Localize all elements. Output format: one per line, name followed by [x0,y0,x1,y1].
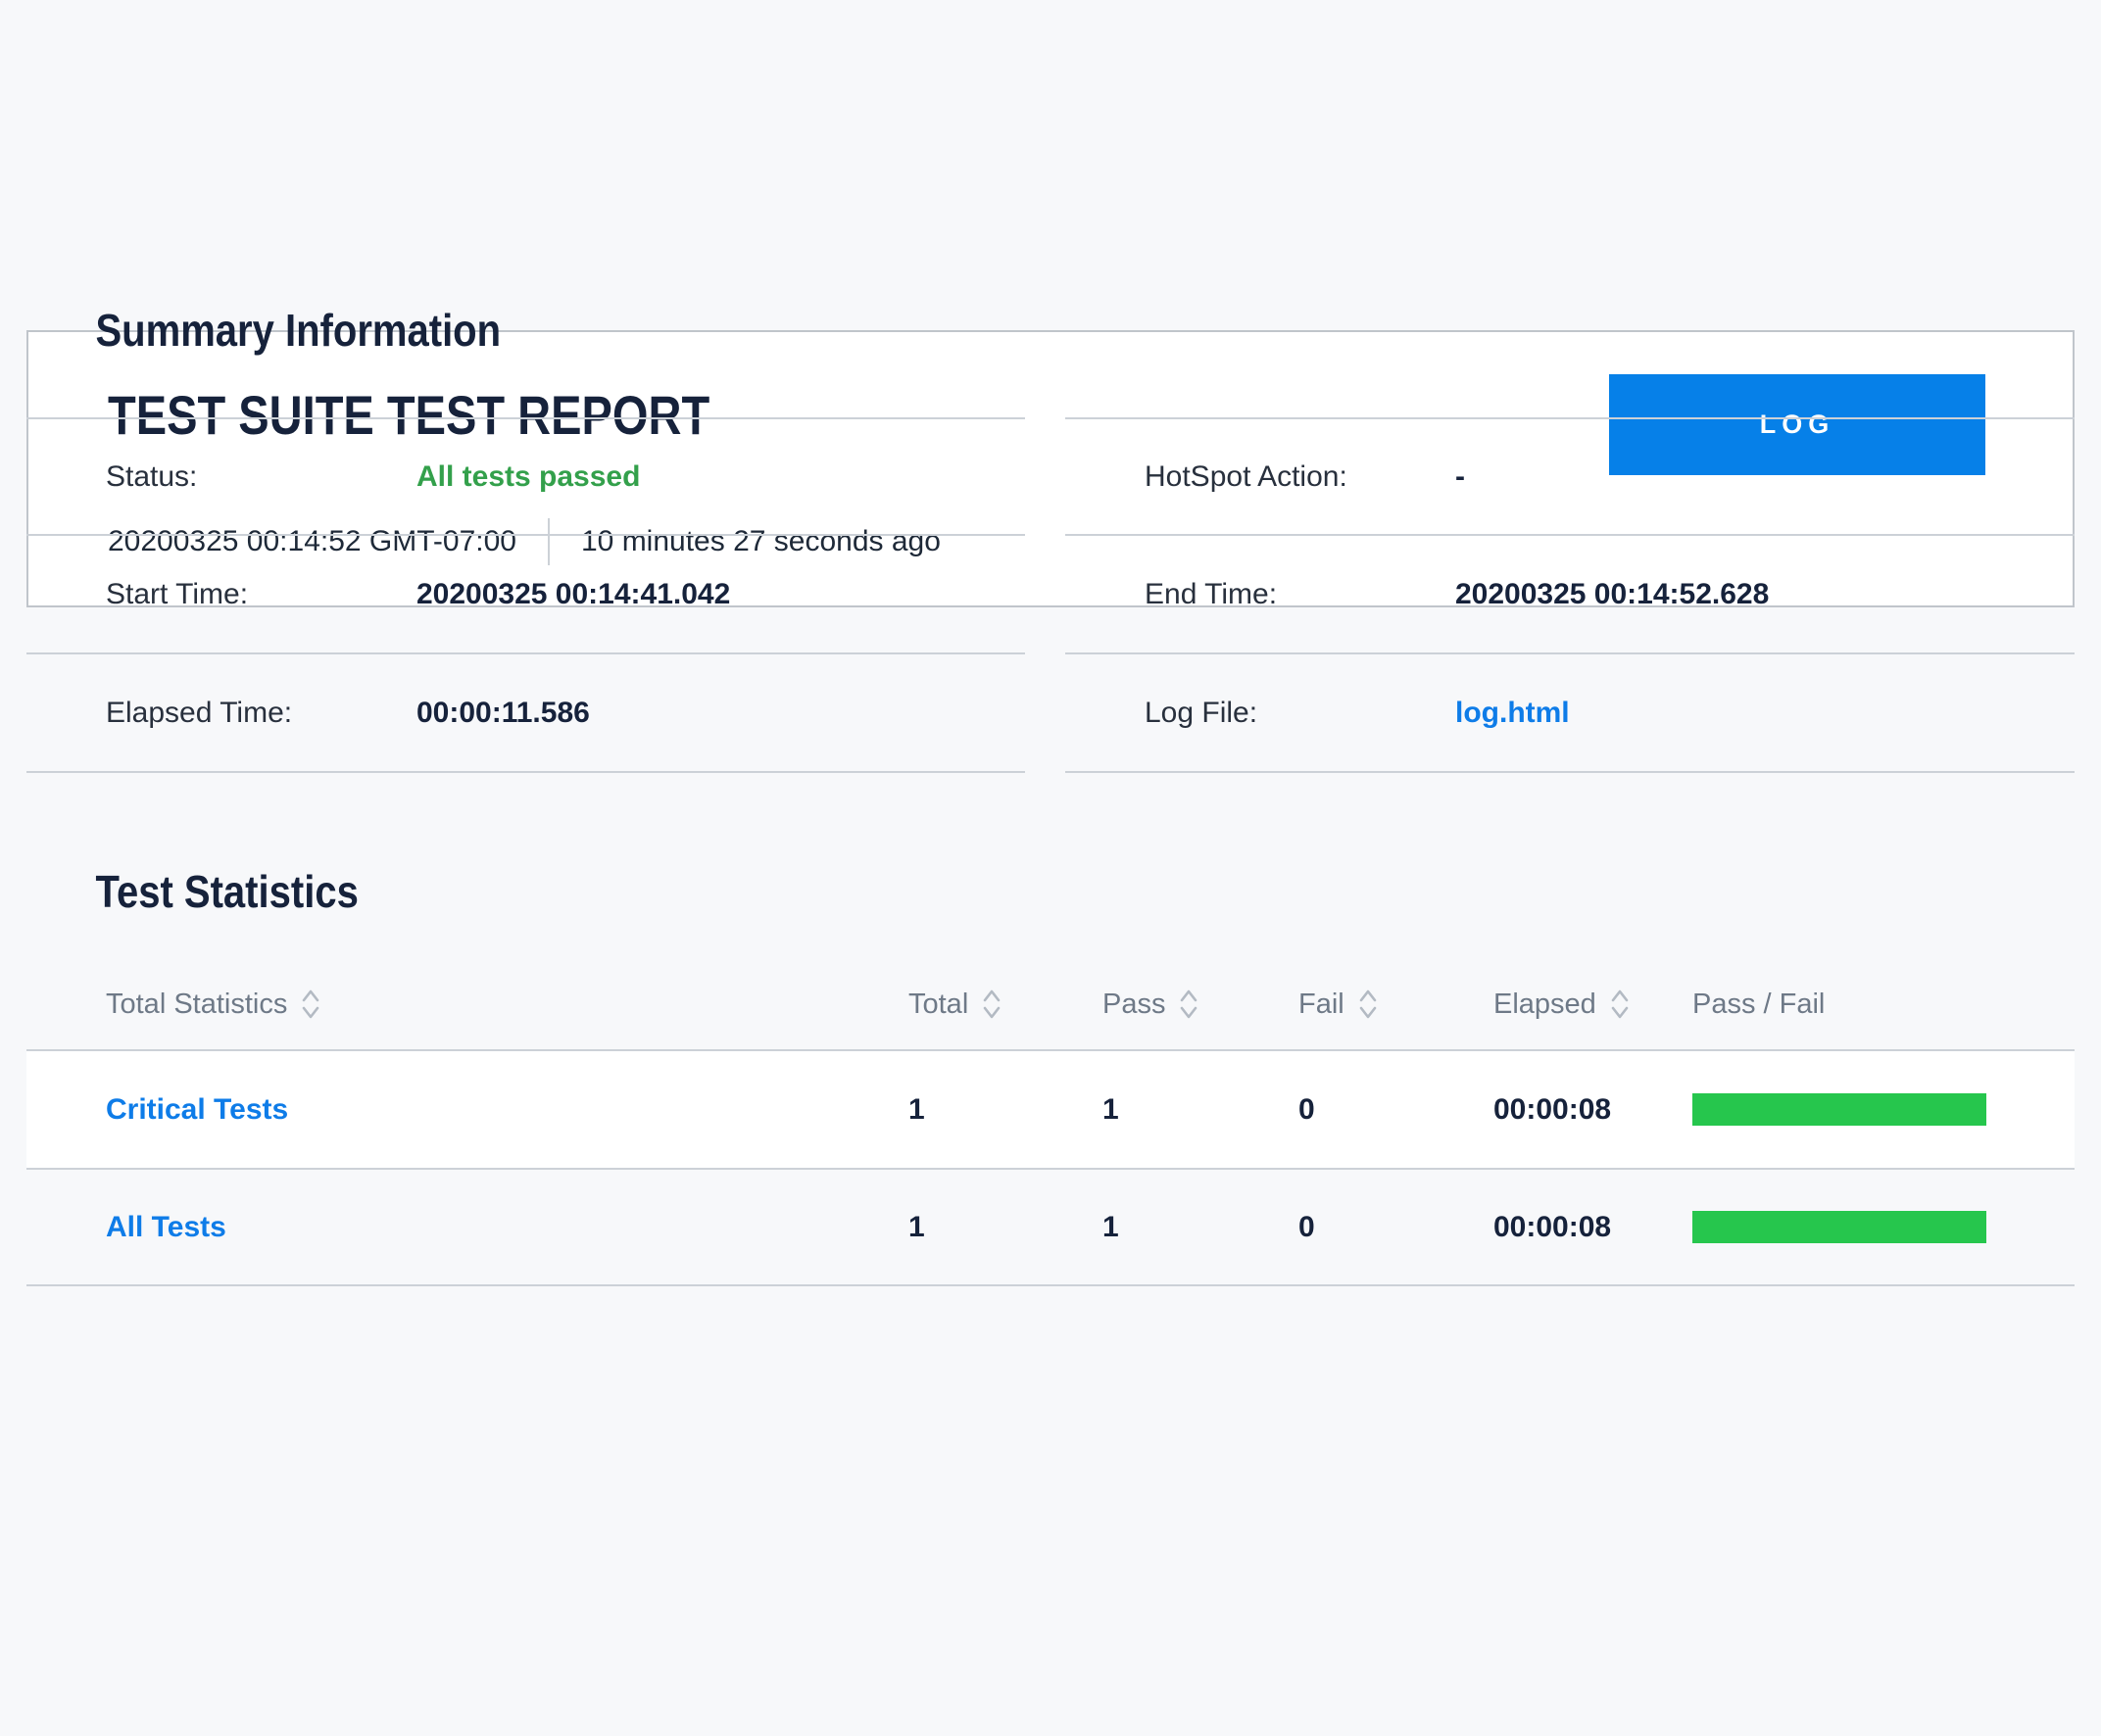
pass-bar-segment [1692,1211,1986,1243]
all-fail-value: 0 [1298,1211,1493,1244]
summary-grid: Status: All tests passed Start Time: 202… [26,417,2075,773]
summary-row-status: Status: All tests passed [26,417,1025,536]
status-value: All tests passed [416,460,640,494]
log-file-label: Log File: [1145,697,1455,730]
column-header-elapsed[interactable]: Elapsed [1493,989,1692,1021]
start-time-label: Start Time: [106,578,416,611]
hotspot-action-value: - [1455,460,1465,494]
statistics-heading: Test Statistics [26,865,1808,918]
summary-section: Summary Information Status: All tests pa… [26,304,2075,773]
all-pass-value: 1 [1102,1211,1298,1244]
critical-pass-value: 1 [1102,1093,1298,1127]
table-row-all-tests: All Tests 1 1 0 00:00:08 [26,1168,2075,1286]
end-time-value: 20200325 00:14:52.628 [1455,578,1769,611]
elapsed-time-value: 00:00:11.586 [416,697,590,730]
column-label-pass-fail: Pass / Fail [1692,989,1825,1021]
column-header-total-statistics[interactable]: Total Statistics [106,989,908,1021]
pass-bar-segment [1692,1093,1986,1126]
column-header-pass[interactable]: Pass [1102,989,1298,1021]
log-file-link[interactable]: log.html [1455,697,1570,730]
critical-pass-fail-bar [1692,1093,1986,1126]
all-pass-fail-bar [1692,1211,1986,1243]
summary-row-hotspot-action: HotSpot Action: - [1065,417,2075,536]
end-time-label: End Time: [1145,578,1455,611]
summary-row-end-time: End Time: 20200325 00:14:52.628 [1065,536,2075,654]
column-label-fail: Fail [1298,989,1344,1021]
summary-row-elapsed-time: Elapsed Time: 00:00:11.586 [26,654,1025,773]
statistics-table-header: Total Statistics Total Pass Fail [26,959,2075,1049]
start-time-value: 20200325 00:14:41.042 [416,578,730,611]
summary-heading: Summary Information [26,304,1808,357]
column-header-fail[interactable]: Fail [1298,989,1493,1021]
status-label: Status: [106,460,416,494]
sort-icon [981,989,1002,1020]
column-label-total: Total [908,989,968,1021]
summary-row-log-file: Log File: log.html [1065,654,2075,773]
column-header-total[interactable]: Total [908,989,1102,1021]
all-tests-link[interactable]: All Tests [106,1211,908,1244]
column-label-total-statistics: Total Statistics [106,989,287,1021]
table-row-critical-tests: Critical Tests 1 1 0 00:00:08 [26,1049,2075,1168]
critical-tests-link[interactable]: Critical Tests [106,1093,908,1127]
elapsed-time-label: Elapsed Time: [106,697,416,730]
sort-icon [300,989,321,1020]
sort-icon [1357,989,1379,1020]
hotspot-action-label: HotSpot Action: [1145,460,1455,494]
summary-row-start-time: Start Time: 20200325 00:14:41.042 [26,536,1025,654]
critical-fail-value: 0 [1298,1093,1493,1127]
column-header-pass-fail: Pass / Fail [1692,989,2075,1021]
column-label-elapsed: Elapsed [1493,989,1596,1021]
sort-icon [1178,989,1199,1020]
sort-icon [1609,989,1631,1020]
summary-right-column: HotSpot Action: - End Time: 20200325 00:… [1065,417,2075,773]
all-total-value: 1 [908,1211,1102,1244]
critical-total-value: 1 [908,1093,1102,1127]
column-label-pass: Pass [1102,989,1165,1021]
critical-elapsed-value: 00:00:08 [1493,1093,1692,1127]
summary-left-column: Status: All tests passed Start Time: 202… [26,417,1025,773]
all-elapsed-value: 00:00:08 [1493,1211,1692,1244]
statistics-section: Test Statistics Total Statistics Total P… [26,865,2075,1286]
